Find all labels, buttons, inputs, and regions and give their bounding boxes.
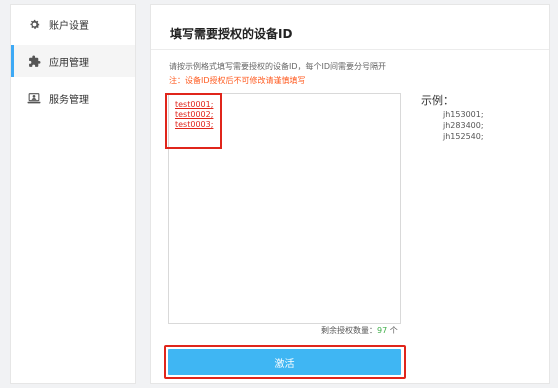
sidebar-item-app-management[interactable]: 应用管理 [11, 45, 135, 77]
example-list: jh153001; jh283400; jh152540; [443, 109, 484, 142]
entered-id: test0001; [175, 100, 214, 109]
activate-button[interactable]: 激活 [168, 349, 401, 375]
page-title: 填写需要授权的设备ID [170, 27, 293, 41]
sidebar-item-label: 账户设置 [49, 20, 89, 32]
main-panel: 填写需要授权的设备ID 请按示例格式填写需要授权的设备ID，每个ID间需要分号隔… [150, 4, 550, 384]
sidebar-item-account-settings[interactable]: 账户设置 [11, 8, 135, 40]
warning-text: 注：设备ID授权后不可修改请谨慎填写 [169, 76, 306, 85]
entered-ids: test0001; test0002; test0003; [175, 100, 213, 130]
example-item: jh283400; [443, 121, 484, 130]
puzzle-icon [27, 54, 41, 68]
remaining-authorizations: 剩余授权数量：97 个 [321, 325, 398, 336]
title-divider [151, 49, 549, 50]
format-hint: 请按示例格式填写需要授权的设备ID，每个ID间需要分号隔开 [169, 62, 387, 71]
example-title: 示例： [421, 94, 454, 107]
remaining-count: 97 [377, 326, 388, 335]
remaining-unit: 个 [389, 326, 398, 335]
sidebar-item-label: 应用管理 [49, 57, 89, 69]
sidebar-item-label: 服务管理 [49, 94, 89, 106]
gear-icon [27, 17, 41, 31]
device-id-input[interactable]: test0001; test0002; test0003; [165, 93, 401, 324]
example-item: jh153001; [443, 110, 484, 119]
remaining-label: 剩余授权数量： [321, 326, 377, 335]
entered-id: test0002; [175, 110, 214, 119]
entered-id: test0003; [175, 120, 214, 129]
example-item: jh152540; [443, 132, 484, 141]
sidebar: 账户设置 应用管理 服务管理 [10, 4, 136, 384]
monitor-user-icon [27, 91, 41, 105]
sidebar-item-service-management[interactable]: 服务管理 [11, 82, 135, 114]
